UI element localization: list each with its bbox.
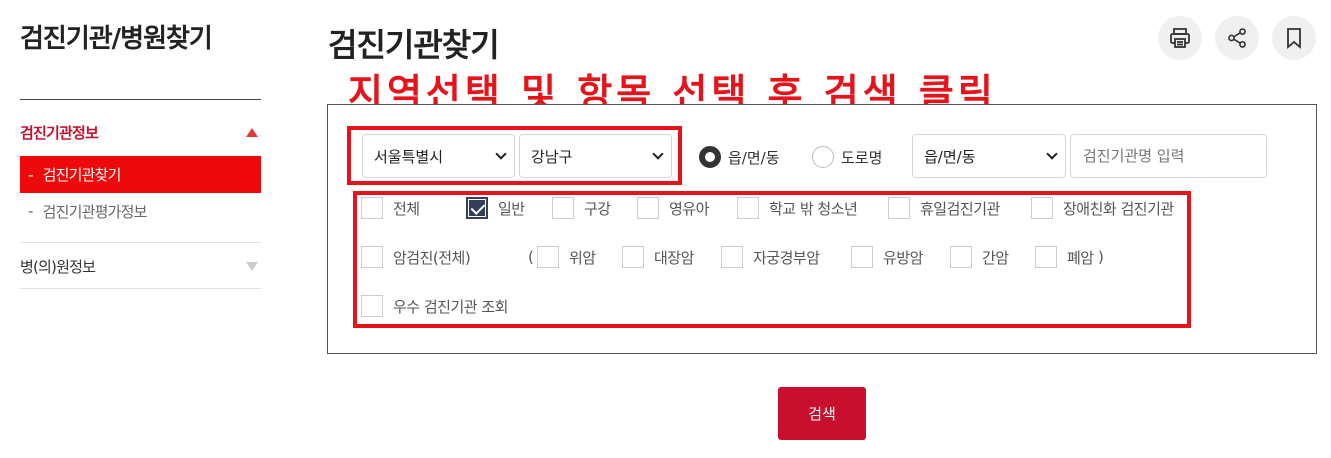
institution-name-input[interactable] bbox=[1070, 134, 1267, 178]
expand-triangle-icon bbox=[246, 261, 258, 271]
checkbox-icon bbox=[851, 246, 873, 268]
checkbox-liver-cancer[interactable]: 간암 bbox=[950, 246, 1009, 268]
checkbox-checked-icon bbox=[466, 197, 488, 219]
checkbox-label: 위암 bbox=[569, 248, 596, 267]
radio-label: 도로명 bbox=[841, 148, 883, 167]
checkbox-label: 장애친화 검진기관 bbox=[1063, 199, 1174, 218]
sidebar-divider bbox=[20, 99, 261, 100]
checkbox-icon bbox=[622, 246, 644, 268]
paren-close: ) bbox=[1098, 248, 1104, 266]
checkbox-breast-cancer[interactable]: 유방암 bbox=[851, 246, 923, 268]
sidebar-item-find-institution[interactable]: - 검진기관찾기 bbox=[20, 156, 261, 193]
sidebar-section-clinic-info[interactable]: 병(의)원정보 bbox=[20, 246, 261, 286]
checkbox-cancer-all[interactable]: 암검진(전체) bbox=[361, 246, 471, 268]
checkbox-cervical-cancer[interactable]: 자궁경부암 bbox=[721, 246, 820, 268]
checkbox-holiday-institution[interactable]: 휴일검진기관 bbox=[888, 197, 1000, 219]
bookmark-button[interactable] bbox=[1272, 16, 1316, 60]
checkbox-icon bbox=[552, 197, 574, 219]
checkbox-all[interactable]: 전체 bbox=[361, 197, 420, 219]
checkbox-label: 자궁경부암 bbox=[753, 248, 820, 267]
checkbox-label: 암검진(전체) bbox=[393, 248, 471, 267]
checkbox-label: 대장암 bbox=[654, 248, 694, 267]
checkbox-label: 전체 bbox=[393, 199, 420, 218]
checkbox-icon bbox=[950, 246, 972, 268]
checkbox-icon bbox=[721, 246, 743, 268]
radio-selected-icon bbox=[699, 146, 721, 168]
sidebar-divider bbox=[20, 242, 261, 243]
checkbox-icon bbox=[361, 197, 383, 219]
share-icon bbox=[1228, 28, 1246, 48]
checkbox-label: 학교 밖 청소년 bbox=[769, 199, 858, 218]
page-title: 검진기관찾기 bbox=[328, 26, 500, 64]
radio-unselected-icon bbox=[812, 146, 834, 168]
collapse-triangle-icon bbox=[246, 127, 258, 137]
chevron-down-icon bbox=[495, 148, 507, 160]
sidebar-divider bbox=[20, 288, 261, 289]
paren-open: ( bbox=[528, 248, 534, 266]
checkbox-infant[interactable]: 영유아 bbox=[637, 197, 709, 219]
district-select-value: 강남구 bbox=[531, 147, 573, 166]
sidebar-title: 검진기관/병원찾기 bbox=[20, 24, 213, 54]
share-button[interactable] bbox=[1215, 16, 1259, 60]
dong-select-value: 읍/면/동 bbox=[924, 147, 976, 166]
checkbox-excellent-institution[interactable]: 우수 검진기관 조회 bbox=[361, 295, 508, 317]
radio-dong[interactable]: 읍/면/동 bbox=[699, 146, 780, 168]
sidebar-section-checkup-info[interactable]: 검진기관정보 bbox=[20, 112, 261, 152]
checkbox-icon bbox=[1035, 246, 1057, 268]
checkbox-label: 유방암 bbox=[883, 248, 923, 267]
bookmark-icon bbox=[1287, 28, 1301, 49]
checkbox-label: 휴일검진기관 bbox=[920, 199, 1000, 218]
search-button[interactable]: 검색 bbox=[778, 387, 866, 440]
checkbox-general[interactable]: 일반 bbox=[466, 197, 525, 219]
dash-icon: - bbox=[28, 202, 33, 220]
checkbox-disability-friendly[interactable]: 장애친화 검진기관 bbox=[1031, 197, 1174, 219]
sidebar-item-label: 검진기관평가정보 bbox=[42, 202, 148, 221]
checkbox-icon bbox=[637, 197, 659, 219]
city-select[interactable]: 서울특별시 bbox=[362, 134, 515, 178]
radio-road[interactable]: 도로명 bbox=[812, 146, 882, 168]
checkbox-label: 일반 bbox=[498, 199, 525, 218]
checkbox-icon bbox=[537, 246, 559, 268]
chevron-down-icon bbox=[652, 148, 664, 160]
chevron-down-icon bbox=[1046, 148, 1058, 160]
dong-select[interactable]: 읍/면/동 bbox=[912, 134, 1066, 178]
checkbox-lung-cancer[interactable]: 폐암 bbox=[1035, 246, 1094, 268]
checkbox-oral[interactable]: 구강 bbox=[552, 197, 611, 219]
checkbox-icon bbox=[737, 197, 759, 219]
print-icon bbox=[1170, 28, 1190, 48]
checkbox-label: 구강 bbox=[584, 199, 611, 218]
checkbox-label: 폐암 bbox=[1067, 248, 1094, 267]
radio-label: 읍/면/동 bbox=[728, 148, 780, 167]
checkbox-label: 간암 bbox=[982, 248, 1009, 267]
checkbox-icon bbox=[888, 197, 910, 219]
checkbox-icon bbox=[361, 295, 383, 317]
checkbox-icon bbox=[361, 246, 383, 268]
checkbox-label: 우수 검진기관 조회 bbox=[393, 297, 508, 316]
district-select[interactable]: 강남구 bbox=[519, 134, 672, 178]
sidebar-section-label: 병(의)원정보 bbox=[20, 257, 96, 276]
dash-icon: - bbox=[28, 165, 33, 184]
sidebar-item-evaluation-info[interactable]: - 검진기관평가정보 bbox=[20, 196, 261, 226]
checkbox-label: 영유아 bbox=[669, 199, 709, 218]
sidebar-section-label: 검진기관정보 bbox=[20, 123, 99, 142]
sidebar-item-label: 검진기관찾기 bbox=[42, 166, 122, 184]
checkbox-colon-cancer[interactable]: 대장암 bbox=[622, 246, 694, 268]
checkbox-icon bbox=[1031, 197, 1053, 219]
checkbox-out-of-school-youth[interactable]: 학교 밖 청소년 bbox=[737, 197, 858, 219]
print-button[interactable] bbox=[1158, 16, 1202, 60]
checkbox-stomach-cancer[interactable]: 위암 bbox=[537, 246, 596, 268]
city-select-value: 서울특별시 bbox=[374, 147, 444, 166]
